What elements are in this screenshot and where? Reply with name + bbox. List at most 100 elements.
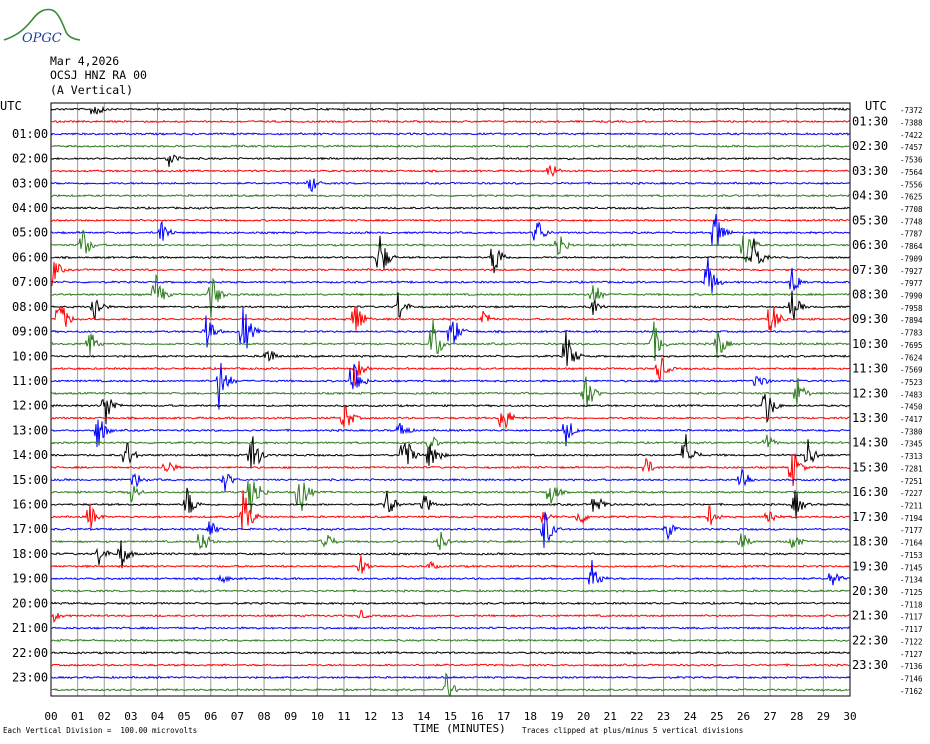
hour-label-right: 22:30 [852,633,888,647]
hour-label-left: 01:00 [12,127,48,141]
hour-label-left: 15:00 [12,473,48,487]
x-axis-title: TIME (MINUTES) [413,722,506,735]
trace-offset-label: -7422 [900,131,923,140]
hour-label-right: 04:30 [852,189,888,203]
hour-label-left: 12:00 [12,399,48,413]
hour-label-right: 16:30 [852,485,888,499]
hour-label-left: 19:00 [12,572,48,586]
x-tick-label: 21 [604,710,617,723]
trace-offset-label: -7483 [900,390,923,399]
hour-label-left: 10:00 [12,349,48,363]
x-tick-label: 18 [524,710,537,723]
trace-offset-label: -7958 [900,304,923,313]
x-tick-label: 05 [178,710,191,723]
x-tick-label: 27 [763,710,776,723]
hour-label-right: 21:30 [852,609,888,623]
trace-offset-label: -7909 [900,254,923,263]
x-tick-label: 26 [737,710,750,723]
x-tick-label: 07 [231,710,244,723]
hour-label-right: 08:30 [852,287,888,301]
trace-offset-label: -7864 [900,242,923,251]
trace-offset-label: -7122 [900,637,923,646]
hour-label-left: 06:00 [12,250,48,264]
x-tick-label: 25 [710,710,723,723]
x-tick-label: 01 [71,710,84,723]
hour-label-right: 17:30 [852,510,888,524]
trace-offset-label: -7388 [900,119,923,128]
hour-label-right: 11:30 [852,362,888,376]
hour-label-left: 18:00 [12,547,48,561]
trace-offset-label: -7136 [900,662,923,671]
x-tick-label: 20 [577,710,590,723]
hour-label-right: 13:30 [852,411,888,425]
trace-offset-label: -7748 [900,217,923,226]
trace-offset-label: -7117 [900,613,923,622]
trace-offset-label: -7162 [900,687,923,696]
hour-label-left: 22:00 [12,646,48,660]
hour-label-left: 20:00 [12,596,48,610]
trace-offset-label: -7927 [900,267,923,276]
hour-label-right: 20:30 [852,584,888,598]
hour-label-left: 16:00 [12,498,48,512]
x-tick-label: 08 [257,710,270,723]
trace-offset-label: -7127 [900,650,923,659]
trace-offset-label: -7194 [900,514,923,523]
x-tick-label: 28 [790,710,803,723]
hour-label-right: 23:30 [852,658,888,672]
x-tick-label: 23 [657,710,670,723]
hour-label-left: 02:00 [12,152,48,166]
hour-label-left: 09:00 [12,325,48,339]
trace-offset-label: -7564 [900,168,923,177]
x-tick-label: 06 [204,710,217,723]
trace-offset-label: -7783 [900,329,923,338]
hour-label-right: 10:30 [852,337,888,351]
hour-label-left: 23:00 [12,670,48,684]
hour-label-left: 07:00 [12,275,48,289]
hour-label-right: 18:30 [852,535,888,549]
hour-label-right: 06:30 [852,238,888,252]
hour-label-right: 14:30 [852,436,888,450]
trace-offset-label: -7523 [900,378,923,387]
trace-offset-label: -7625 [900,193,923,202]
trace-offset-label: -7227 [900,489,923,498]
footer-scale-note: Each Vertical Division = 100.00 microvol… [3,726,198,735]
hour-label-left: 05:00 [12,226,48,240]
trace-offset-label: -7164 [900,539,923,548]
trace-offset-label: -7787 [900,230,923,239]
trace-offset-label: -7569 [900,366,923,375]
trace-offset-label: -7211 [900,502,923,511]
x-tick-label: 24 [684,710,698,723]
hour-label-right: 02:30 [852,139,888,153]
trace-offset-label: -7695 [900,341,923,350]
hour-label-left: 14:00 [12,448,48,462]
trace-offset-label: -7146 [900,674,923,683]
trace-offset-label: -7624 [900,353,923,362]
trace-offset-label: -7281 [900,464,923,473]
x-tick-label: 04 [151,710,165,723]
trace-offset-label: -7457 [900,143,923,152]
trace-offset-label: -7345 [900,440,923,449]
x-tick-label: 10 [311,710,324,723]
trace-offset-label: -7990 [900,291,923,300]
x-tick-label: 30 [843,710,856,723]
hour-label-right: 01:30 [852,115,888,129]
hour-label-right: 03:30 [852,164,888,178]
hour-label-left: 04:00 [12,201,48,215]
hour-label-right: 05:30 [852,213,888,227]
x-tick-label: 03 [124,710,137,723]
hour-label-right: 19:30 [852,559,888,573]
hour-label-right: 12:30 [852,386,888,400]
trace-offset-label: -7313 [900,452,923,461]
trace-offset-label: -7153 [900,551,923,560]
x-tick-label: 02 [98,710,111,723]
hour-label-left: 11:00 [12,374,48,388]
hour-label-right: 09:30 [852,312,888,326]
hour-label-left: 13:00 [12,423,48,437]
x-tick-label: 29 [817,710,830,723]
trace-offset-label: -7117 [900,625,923,634]
trace-offset-label: -7417 [900,415,923,424]
footer-clip-note: Traces clipped at plus/minus 5 vertical … [522,726,744,735]
x-tick-label: 19 [550,710,563,723]
trace-offset-label: -7380 [900,427,923,436]
x-tick-label: 12 [364,710,377,723]
